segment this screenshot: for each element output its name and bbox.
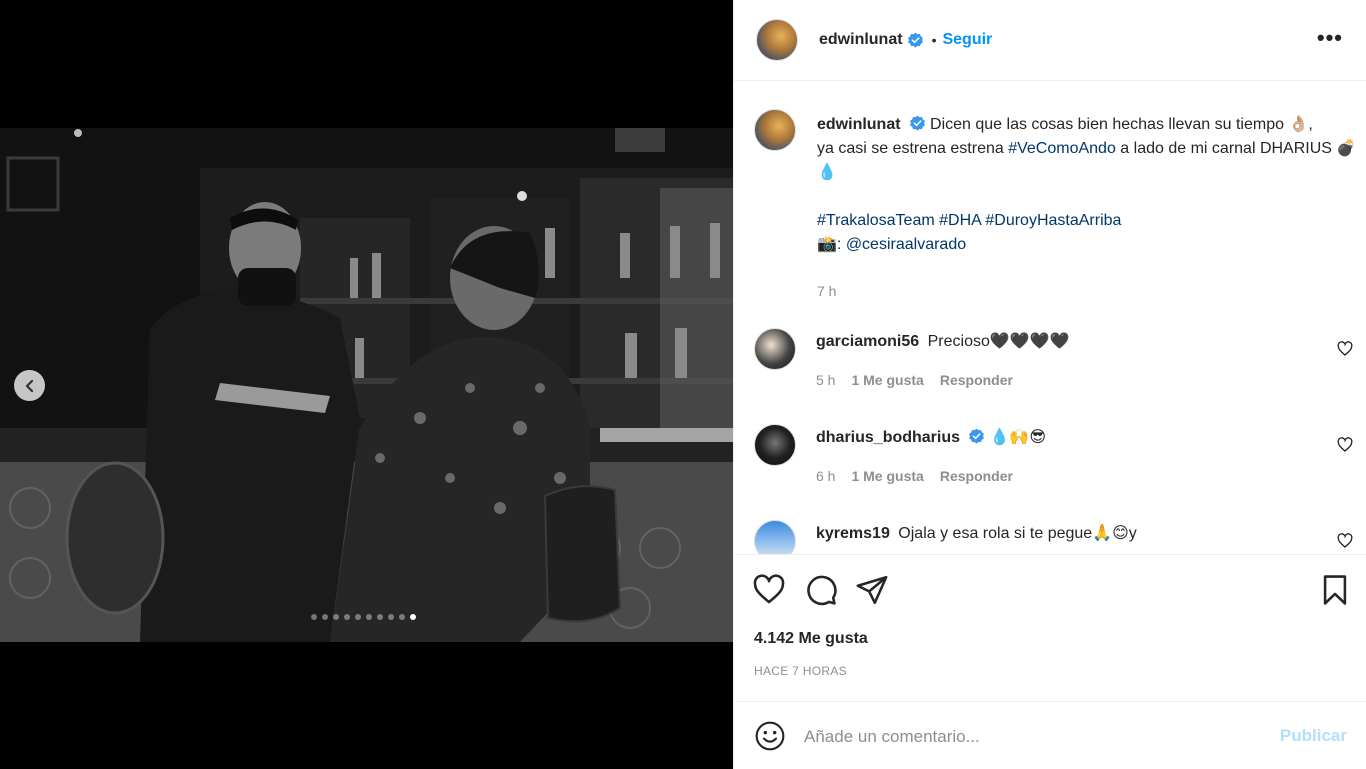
comment-like-heart-icon[interactable] [1337, 341, 1353, 357]
comment-bubble-icon[interactable] [804, 573, 838, 607]
post-media [0, 0, 733, 769]
carousel-dot [399, 614, 405, 620]
comment-text: Ojala y esa rola si te pegue🙏😊y [898, 525, 1137, 542]
comment-time[interactable]: 5 h [816, 368, 835, 392]
comment-like-heart-icon[interactable] [1337, 533, 1353, 549]
post-timestamp[interactable]: HACE 7 HORAS [754, 664, 847, 678]
post-photo[interactable] [0, 128, 733, 642]
like-count[interactable]: 4.142 Me gusta [754, 630, 868, 648]
author-username[interactable]: edwinlunat [819, 31, 903, 49]
caption-hashtags[interactable]: #TrakalosaTeam #DHA #DuroyHastaArriba [817, 209, 1357, 233]
carousel-prev-button[interactable] [14, 370, 45, 401]
verified-badge-icon [909, 115, 925, 131]
carousel-dot [333, 614, 339, 620]
caption-text-2: ya casi se estrena estrena [817, 140, 1009, 157]
comment-time[interactable]: 6 h [816, 464, 835, 488]
verified-badge-icon [969, 428, 984, 444]
emoji-picker-icon[interactable] [754, 720, 786, 752]
comment-likes[interactable]: 1 Me gusta [851, 464, 923, 488]
comment-item: kyrems19 Ojala y esa rola si te pegue🙏😊y [754, 520, 1356, 554]
publish-button[interactable]: Publicar [1280, 726, 1347, 746]
carousel-dot [322, 614, 328, 620]
comment-like-heart-icon[interactable] [1337, 437, 1353, 453]
author-avatar[interactable] [756, 19, 798, 61]
post-header: edwinlunat • Seguir ••• [734, 0, 1366, 81]
comment-text: 💧🙌😎 [989, 429, 1047, 446]
post-caption: edwinlunat Dicen que las cosas bien hech… [754, 109, 1357, 303]
post-actions: 4.142 Me gusta HACE 7 HORAS [734, 554, 1366, 701]
commenter-avatar[interactable] [754, 424, 796, 466]
commenter-username[interactable]: dharius_bodharius [816, 429, 960, 446]
comments-list[interactable]: edwinlunat Dicen que las cosas bien hech… [734, 81, 1366, 554]
carousel-indicator [311, 614, 416, 620]
caption-time[interactable]: 7 h [817, 279, 836, 303]
commenter-username[interactable]: kyrems19 [816, 525, 890, 542]
commenter-avatar[interactable] [754, 328, 796, 370]
carousel-dot [311, 614, 317, 620]
comment-composer: Publicar [734, 701, 1366, 769]
comment-reply-button[interactable]: Responder [940, 368, 1013, 392]
caption-credit-link[interactable]: @cesiraalvarado [846, 236, 966, 253]
comment-item: dharius_bodharius 💧🙌😎 6 h 1 Me gusta Res… [754, 424, 1356, 488]
comment-reply-button[interactable]: Responder [940, 464, 1013, 488]
post-sidebar: edwinlunat • Seguir ••• edwinlunat Dicen… [733, 0, 1366, 769]
carousel-dot [388, 614, 394, 620]
chevron-left-icon [25, 379, 33, 392]
follow-separator: • [931, 32, 937, 48]
more-options-icon[interactable]: ••• [1317, 27, 1343, 49]
caption-text-1: Dicen que las cosas bien hechas llevan s… [930, 116, 1313, 133]
comment-input[interactable] [804, 724, 1274, 750]
caption-hashtag-link[interactable]: #VeComoAndo [1008, 140, 1116, 157]
photo-illustration [0, 128, 733, 642]
follow-button[interactable]: Seguir [942, 31, 992, 49]
save-bookmark-icon[interactable] [1318, 573, 1352, 607]
carousel-dot [377, 614, 383, 620]
comment-text: Precioso🖤🖤🖤🖤 [927, 333, 1070, 350]
commenter-avatar[interactable] [754, 520, 796, 554]
caption-credit-prefix: 📸: [817, 236, 846, 253]
caption-avatar[interactable] [754, 109, 796, 151]
like-heart-icon[interactable] [752, 573, 786, 607]
comment-item: garciamoni56 Precioso🖤🖤🖤🖤 5 h 1 Me gusta… [754, 328, 1356, 392]
carousel-dot [366, 614, 372, 620]
commenter-username[interactable]: garciamoni56 [816, 333, 919, 350]
share-send-icon[interactable] [855, 573, 889, 607]
carousel-dot [355, 614, 361, 620]
carousel-dot [344, 614, 350, 620]
verified-badge-icon [907, 32, 923, 47]
carousel-dot [410, 614, 416, 620]
caption-username[interactable]: edwinlunat [817, 116, 901, 133]
comment-likes[interactable]: 1 Me gusta [851, 368, 923, 392]
